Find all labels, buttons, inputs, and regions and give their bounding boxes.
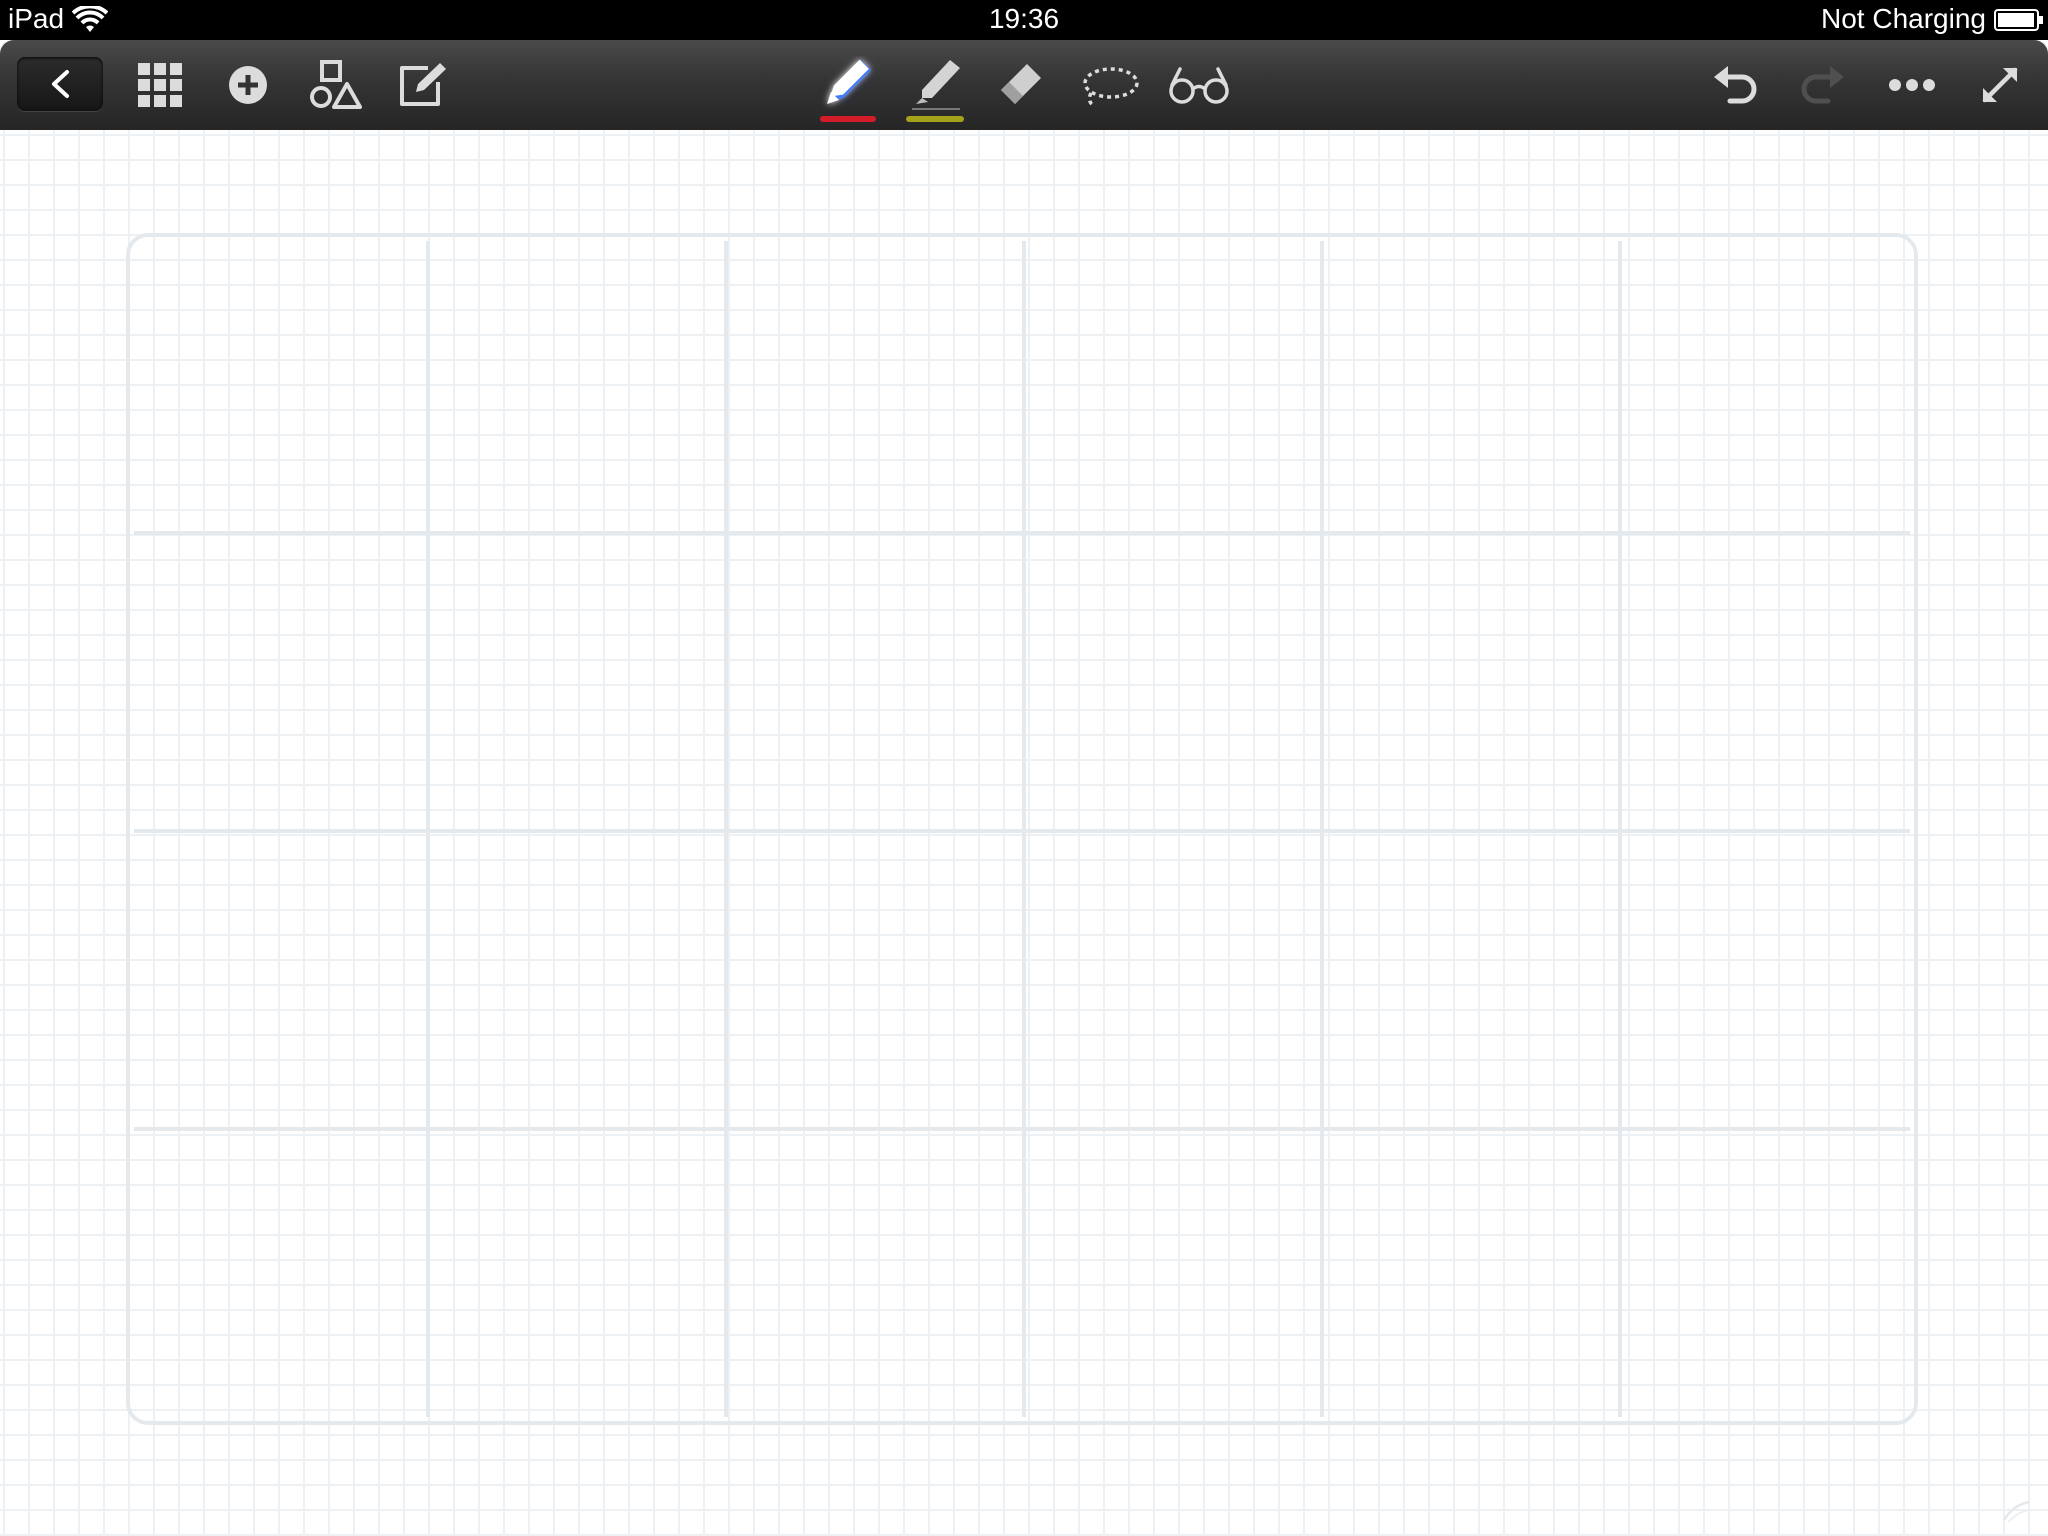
shapes-icon	[310, 60, 362, 109]
pen-color-indicator	[820, 116, 876, 122]
toolbar	[0, 40, 2048, 130]
highlighter-color-indicator	[906, 116, 964, 122]
glasses-icon	[1169, 67, 1229, 104]
pen-icon	[827, 59, 871, 104]
template-row-divider	[134, 1127, 1910, 1131]
all-pages-button[interactable]	[132, 40, 188, 130]
add-circle-icon	[229, 66, 267, 104]
undo-icon	[1714, 66, 1757, 104]
lasso-tool-button[interactable]	[1078, 40, 1144, 130]
redo-icon	[1801, 66, 1844, 104]
more-icon	[1889, 79, 1935, 91]
read-mode-button[interactable]	[1164, 40, 1234, 130]
undo-button[interactable]	[1708, 40, 1762, 130]
eraser-tool-button[interactable]	[992, 40, 1052, 130]
edit-note-icon	[400, 63, 446, 106]
template-row-divider	[134, 531, 1910, 535]
back-button[interactable]	[17, 57, 103, 111]
status-bar: iPad 19:36 Not Charging	[0, 0, 2048, 40]
fullscreen-button[interactable]	[1972, 40, 2028, 130]
lasso-icon	[1083, 67, 1139, 107]
drawing-canvas[interactable]	[0, 130, 2048, 1536]
back-arrow-icon	[52, 70, 69, 98]
page-curl-icon[interactable]	[2000, 1496, 2034, 1524]
grid-icon	[138, 63, 182, 107]
edit-button[interactable]	[395, 40, 451, 130]
fullscreen-icon	[1982, 67, 2018, 103]
battery-icon	[1994, 9, 2043, 31]
shapes-button[interactable]	[306, 40, 366, 130]
redo-button[interactable]	[1796, 40, 1850, 130]
status-time: 19:36	[988, 3, 1060, 34]
battery-status-text: Not Charging	[1821, 3, 1986, 34]
more-button[interactable]	[1884, 40, 1940, 130]
highlighter-icon	[912, 60, 960, 110]
template-row-divider	[134, 829, 1910, 833]
grid-template	[126, 233, 1918, 1425]
eraser-icon	[1001, 64, 1041, 104]
add-button[interactable]	[220, 40, 276, 130]
